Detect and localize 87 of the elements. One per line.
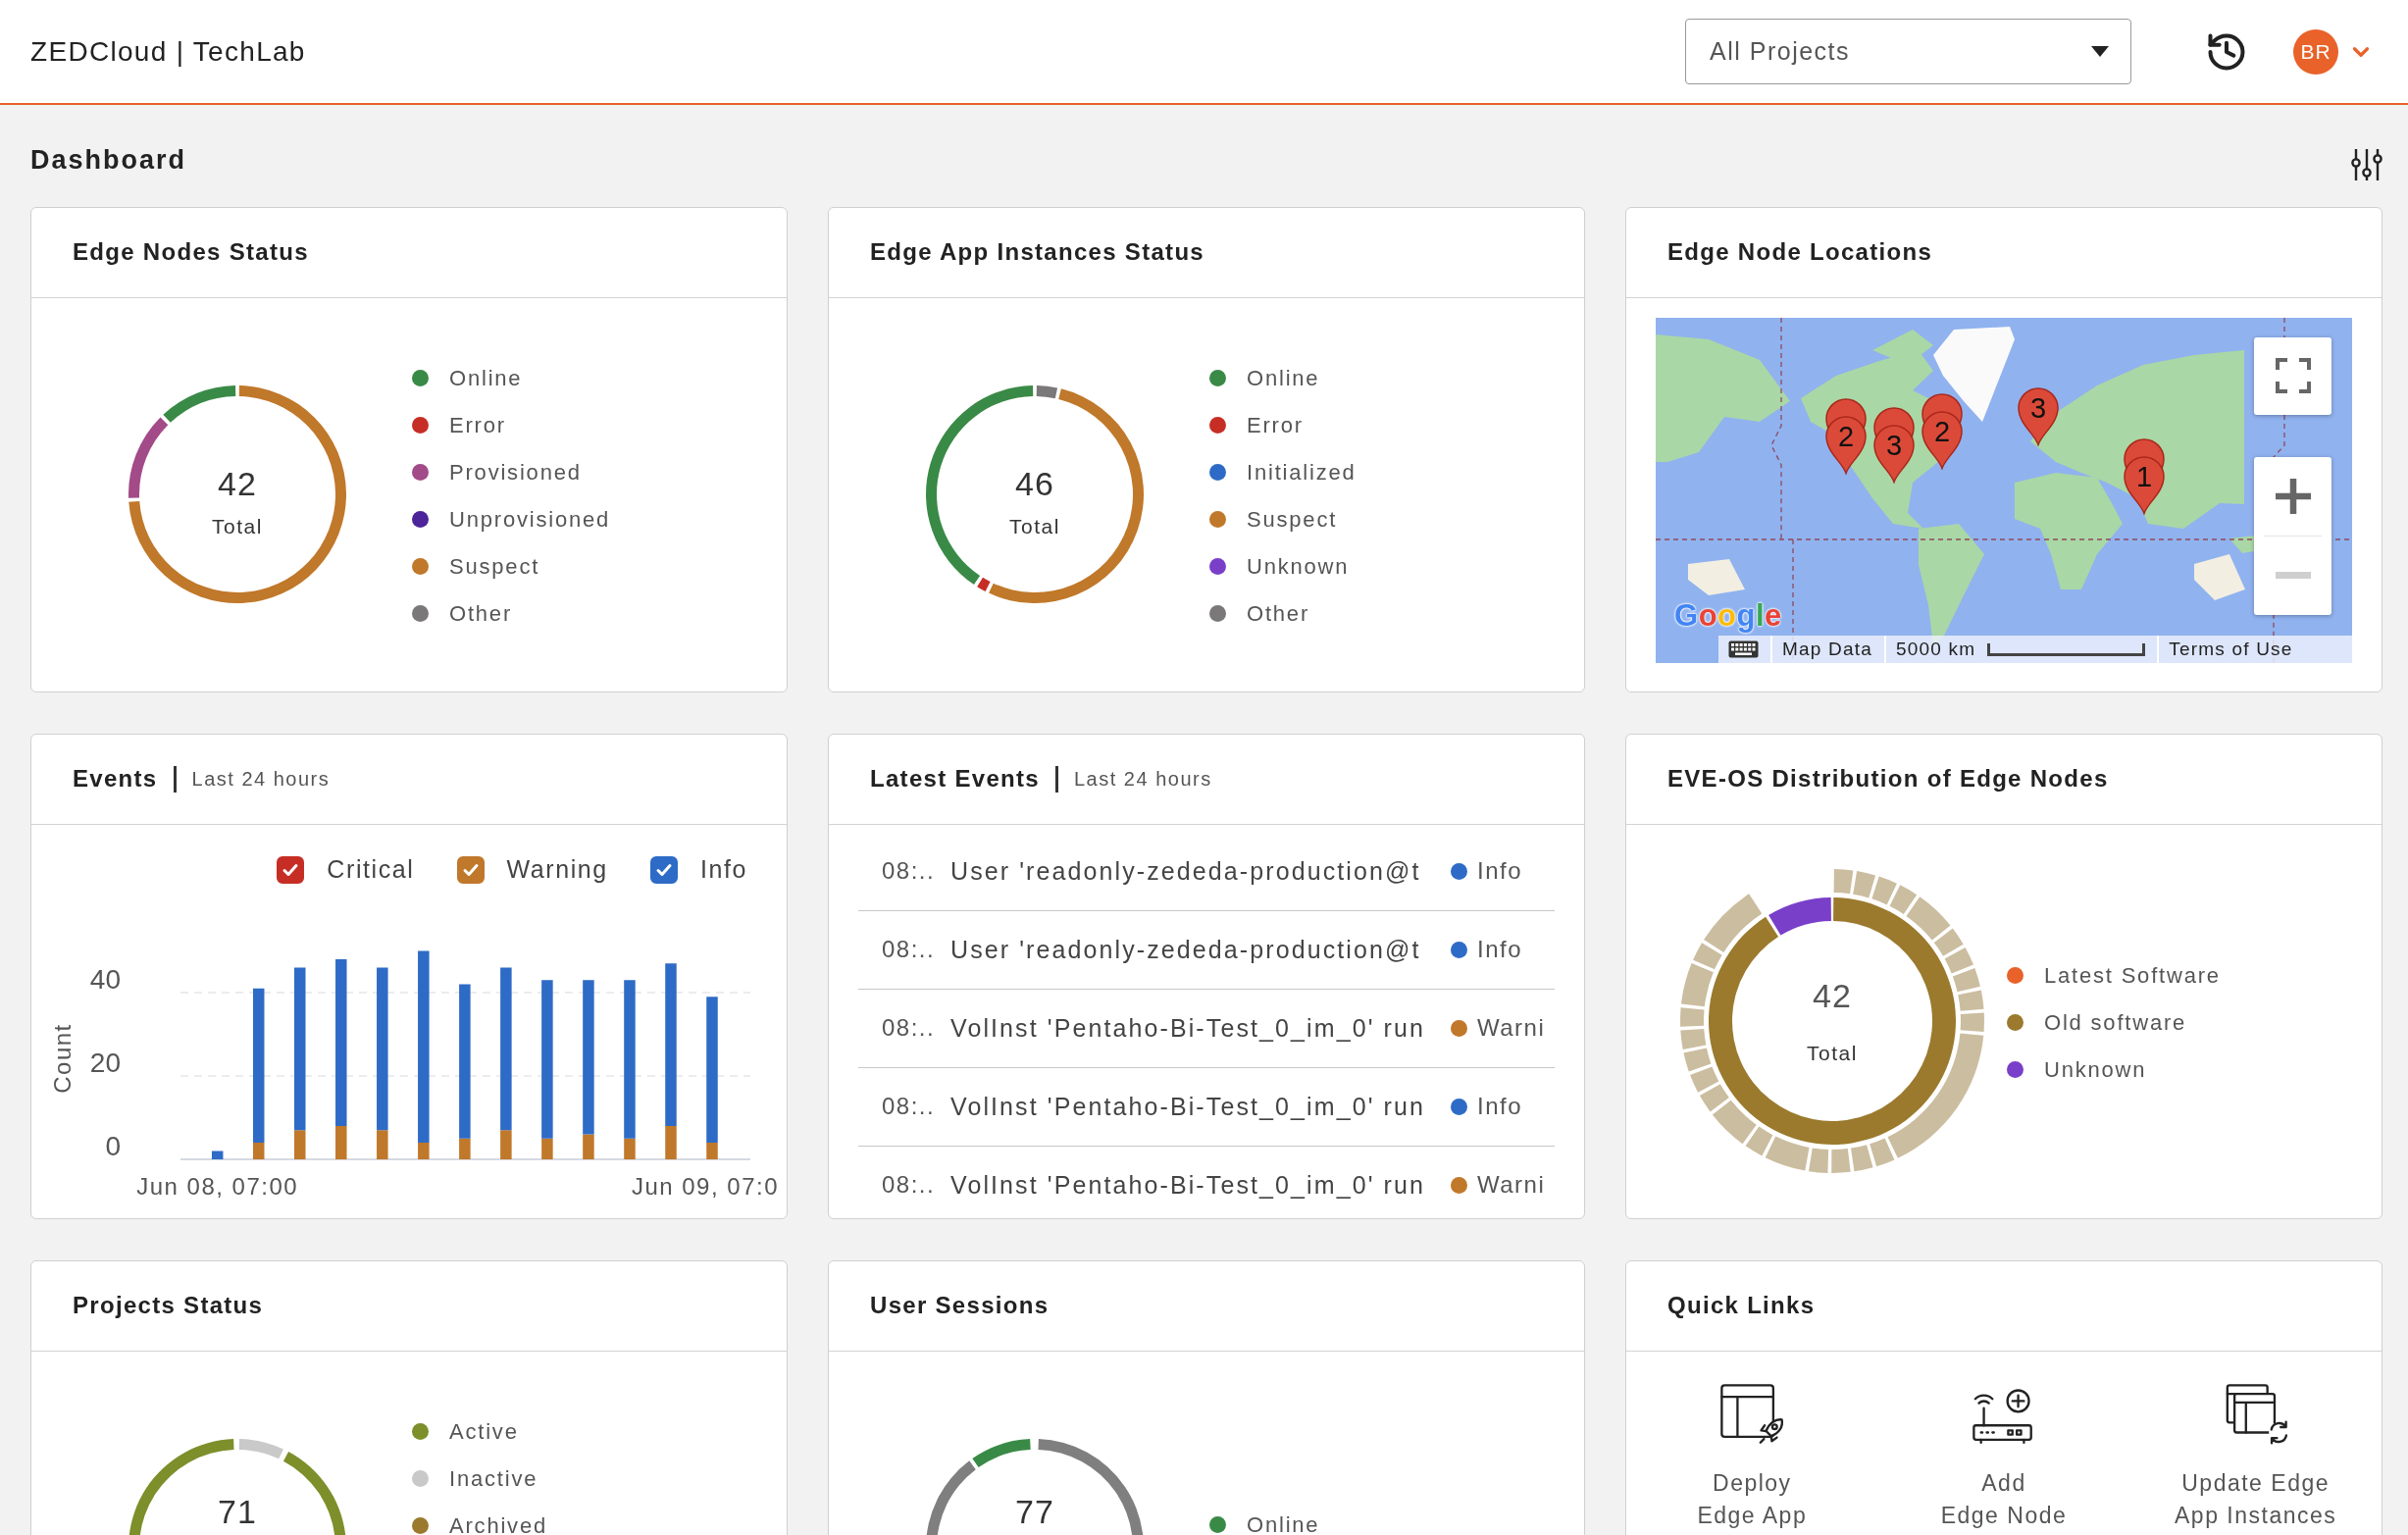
- sliders-icon[interactable]: [2350, 147, 2383, 182]
- axis-title: Count: [49, 1022, 76, 1094]
- legend-label: Online: [449, 365, 523, 391]
- card-title: Edge Nodes Status: [73, 238, 309, 267]
- event-message[interactable]: User 'readonly-zededa-production@t: [950, 935, 1451, 964]
- total-count: 77: [1015, 1492, 1054, 1532]
- event-time: 08:..: [882, 936, 937, 963]
- total-count: 46: [1015, 464, 1054, 504]
- card-title: Quick Links: [1667, 1292, 1816, 1320]
- donut-segment: [1833, 869, 1854, 895]
- legend-label: Error: [1247, 412, 1304, 438]
- donut-segment: [1958, 990, 1984, 1011]
- total-count: 42: [218, 464, 257, 504]
- fullscreen-icon: [2275, 358, 2311, 393]
- card-title: Projects Status: [73, 1292, 264, 1320]
- event-message[interactable]: User 'readonly-zededa-production@t: [950, 856, 1451, 886]
- event-time: 08:..: [882, 1171, 937, 1199]
- card-title: Edge Node Locations: [1667, 238, 1933, 267]
- quick-link[interactable]: Deploy Edge App: [1697, 1380, 1808, 1532]
- axis-tick-label: 40: [89, 963, 121, 995]
- event-level: Warni: [1477, 1171, 1546, 1199]
- total-count: 71: [218, 1492, 257, 1532]
- legend-label: Provisioned: [449, 459, 582, 486]
- legend-label: Info: [699, 855, 747, 884]
- card-title: Latest Events: [870, 765, 1040, 793]
- card-title: Events: [73, 765, 158, 793]
- legend-label: Inactive: [449, 1465, 538, 1492]
- chart-bar: [211, 1151, 224, 1159]
- card-subtitle: Last 24 hours: [1073, 767, 1212, 791]
- app-title: ZEDCloud | TechLab: [30, 35, 306, 68]
- legend-label: Other: [1247, 600, 1310, 627]
- quick-link[interactable]: Add Edge Node: [1940, 1380, 2068, 1532]
- card-title: EVE-OS Distribution of Edge Nodes: [1667, 765, 2109, 793]
- checkbox[interactable]: [277, 855, 305, 884]
- legend-label: Suspect: [449, 553, 540, 580]
- event-message[interactable]: VolInst 'Pentaho-Bi-Test_0_im_0' run: [950, 1013, 1451, 1043]
- axis-tick-label: Jun 09, 07:0: [631, 1172, 779, 1200]
- legend-label: Unknown: [2044, 1056, 2147, 1083]
- legend-label: Archived: [449, 1512, 547, 1535]
- event-level: Warni: [1477, 1014, 1546, 1042]
- card-title: Edge App Instances Status: [870, 238, 1204, 267]
- total-label: Total: [1807, 1041, 1858, 1067]
- event-time: 08:..: [882, 1093, 937, 1120]
- event-time: 08:..: [882, 1014, 937, 1042]
- legend-label: Old software: [2044, 1009, 2187, 1036]
- map-logo: Google: [1674, 597, 1782, 634]
- map-data-link[interactable]: Map Data: [1782, 638, 1872, 660]
- legend-label: Online: [1247, 1511, 1320, 1535]
- event-level: Info: [1477, 936, 1523, 963]
- axis-tick-label: 20: [89, 1047, 121, 1078]
- scale-label: 5000 km: [1896, 638, 1976, 660]
- keyboard-icon[interactable]: [1728, 640, 1759, 658]
- legend-label: Warning: [506, 855, 608, 884]
- terms-link[interactable]: Terms of Use: [2169, 638, 2293, 660]
- legend-label: Unprovisioned: [449, 506, 611, 533]
- checkbox[interactable]: [649, 855, 678, 884]
- event-level: Info: [1477, 1093, 1523, 1120]
- quick-link[interactable]: Update Edge App Instances: [2175, 1380, 2337, 1532]
- legend-label: Critical: [327, 855, 415, 884]
- legend-label: Initialized: [1247, 459, 1357, 486]
- landmass: [1688, 558, 1745, 595]
- project-dropdown[interactable]: All Projects: [1685, 19, 2131, 84]
- event-time: 08:..: [882, 857, 937, 885]
- legend-label: Suspect: [1247, 506, 1338, 533]
- total-label: Total: [1009, 514, 1060, 540]
- map-marker[interactable]: 3: [2017, 385, 2060, 446]
- total-label: Total: [212, 514, 263, 540]
- legend-label: Unknown: [1247, 553, 1350, 580]
- donut-segment: [1831, 1149, 1851, 1174]
- card-title: User Sessions: [870, 1292, 1050, 1320]
- checkbox[interactable]: [456, 855, 485, 884]
- caret-down-icon: [2091, 46, 2109, 57]
- axis-tick-label: 0: [105, 1130, 121, 1161]
- fullscreen-button[interactable]: [2254, 336, 2331, 415]
- legend-label: Online: [1247, 365, 1320, 391]
- axis-tick-label: Jun 08, 07:00: [136, 1172, 299, 1200]
- total-count: 42: [1813, 976, 1852, 1017]
- donut-segment: [1680, 1029, 1707, 1050]
- event-level: Info: [1477, 857, 1523, 885]
- legend-label: Latest Software: [2044, 962, 2221, 989]
- legend-label: Active: [449, 1418, 519, 1445]
- event-message[interactable]: VolInst 'Pentaho-Bi-Test_0_im_0' run: [950, 1092, 1451, 1121]
- legend-label: Other: [449, 600, 513, 627]
- card-subtitle: Last 24 hours: [191, 767, 331, 791]
- legend-label: Error: [449, 412, 506, 438]
- event-message[interactable]: VolInst 'Pentaho-Bi-Test_0_im_0' run: [950, 1170, 1451, 1200]
- page-title: Dashboard: [30, 144, 187, 176]
